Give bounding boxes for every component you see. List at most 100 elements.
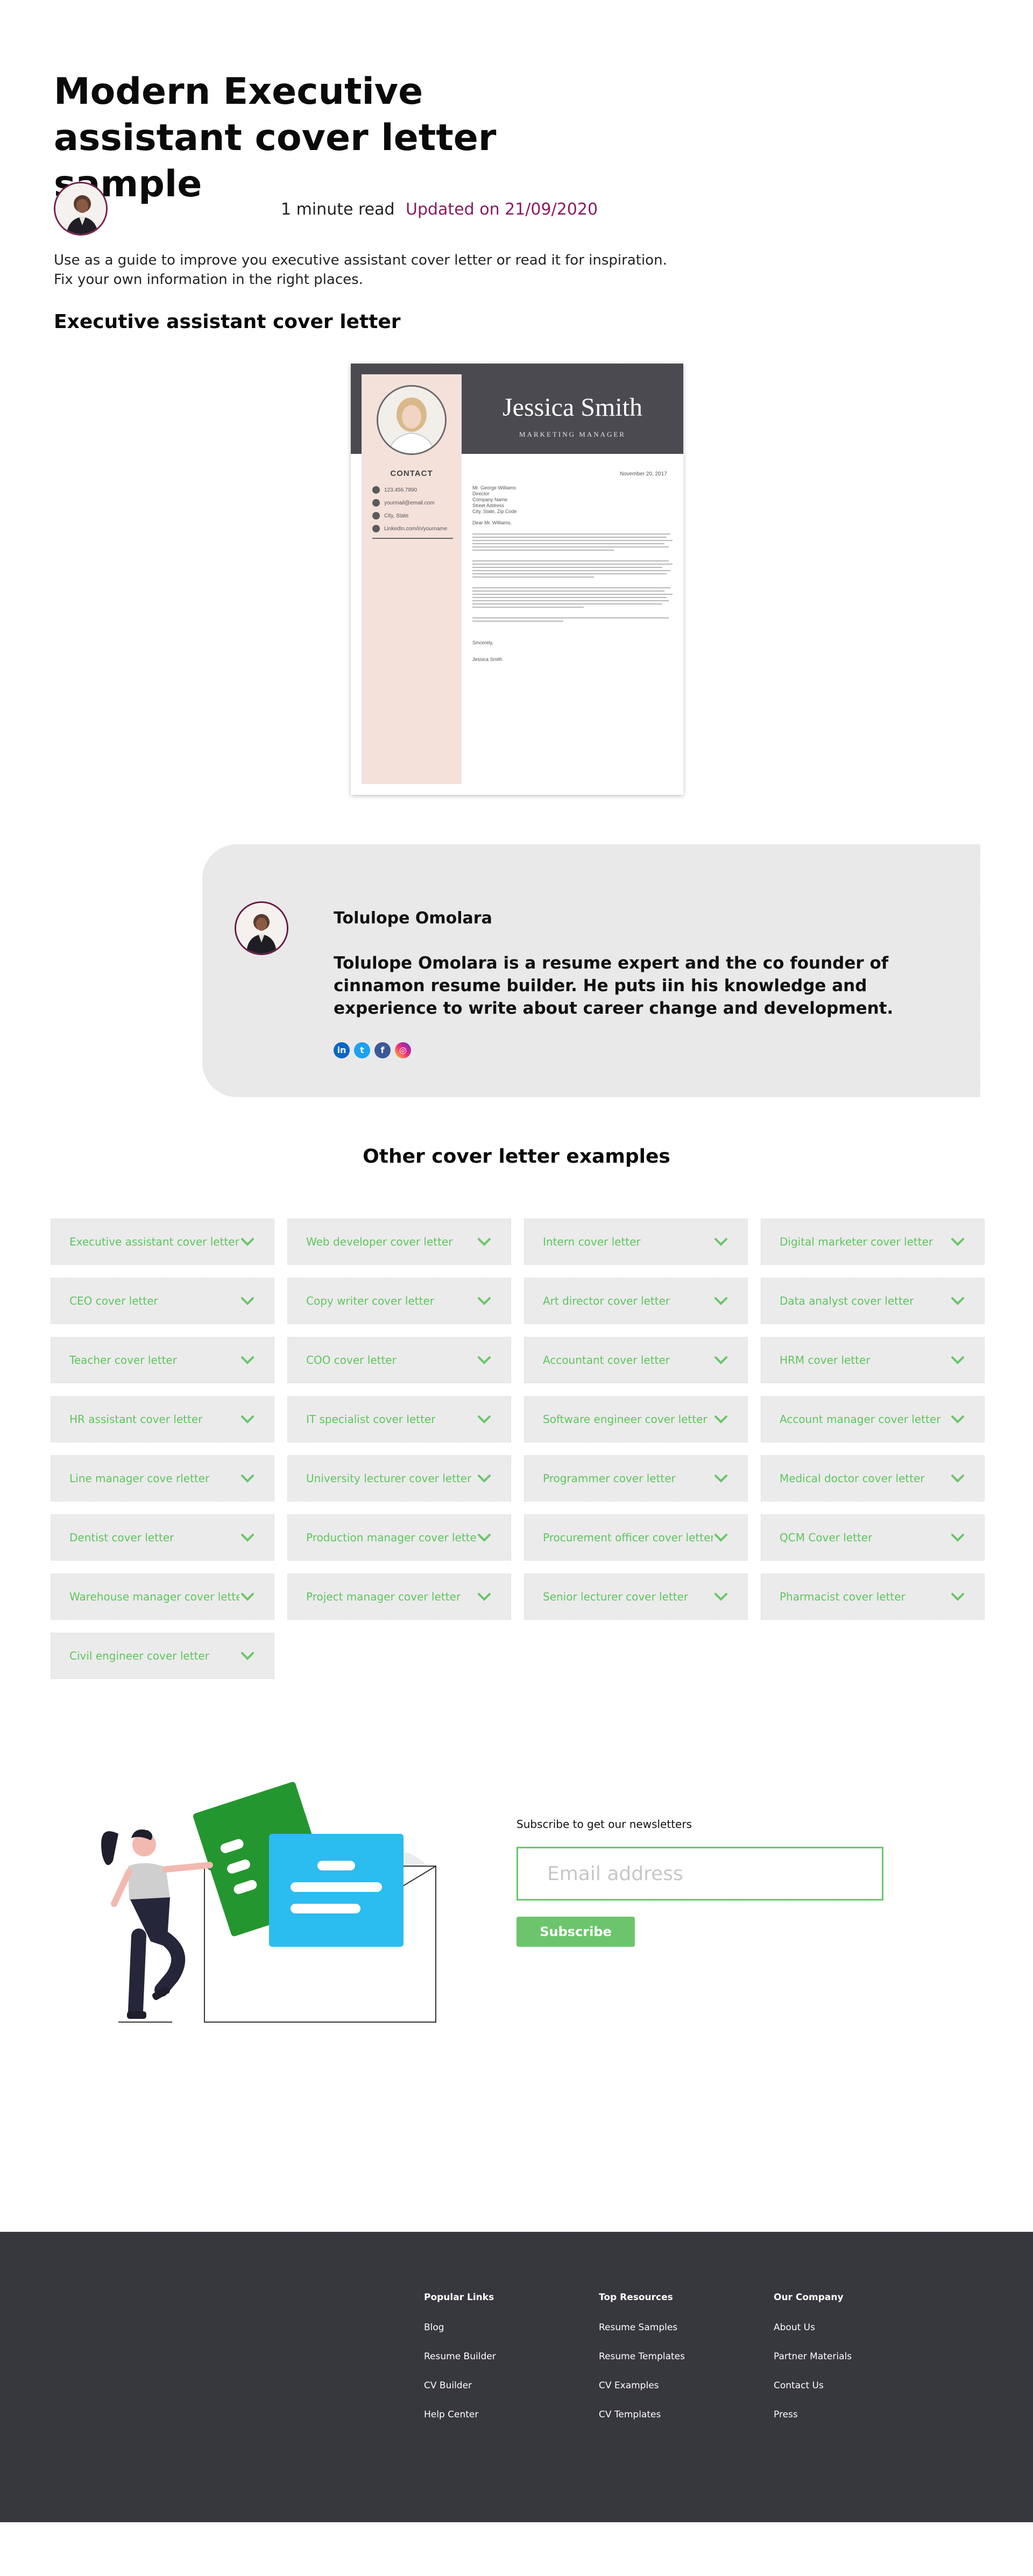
- cover-letter-card-label: CEO cover letter: [69, 1294, 158, 1307]
- instagram-icon[interactable]: ◎: [395, 1042, 411, 1058]
- cover-letter-card-label: Line manager cove rletter: [69, 1472, 210, 1485]
- cover-letter-card-label: Procurement officer cover letter: [543, 1531, 713, 1544]
- author-avatar: [235, 901, 288, 955]
- cover-letter-card[interactable]: Account manager cover letter: [761, 1396, 985, 1442]
- cover-letter-card-label: Accountant cover letter: [543, 1354, 670, 1367]
- chevron-down-icon: [714, 1238, 727, 1246]
- cover-letter-card-label: Web developer cover letter: [306, 1235, 453, 1248]
- signature: Jessica Smith: [472, 657, 503, 662]
- page: Modern Executive assistant cover letter …: [0, 0, 1033, 2576]
- footer-link-help-center[interactable]: Help Center: [424, 2409, 585, 2420]
- cover-letter-preview: Jessica Smith MARKETING MANAGER CONTACT …: [351, 364, 683, 795]
- cover-letter-card[interactable]: Digital marketer cover letter: [761, 1219, 985, 1265]
- resume-contact-item: City, State: [372, 512, 464, 520]
- read-time: 1 minute read: [281, 200, 395, 219]
- recipient-line: Street Address: [472, 503, 505, 508]
- cover-letter-card-label: Software engineer cover letter: [543, 1413, 707, 1426]
- cover-letter-card-label: Digital marketer cover letter: [780, 1235, 933, 1248]
- resume-contact-title: CONTACT: [390, 469, 433, 478]
- cover-letter-card[interactable]: Programmer cover letter: [524, 1455, 748, 1502]
- cover-letter-card[interactable]: Line manager cove rletter: [51, 1455, 274, 1502]
- cover-letter-card[interactable]: Art director cover letter: [524, 1278, 748, 1324]
- cover-letter-card[interactable]: Executive assistant cover letter: [51, 1219, 274, 1265]
- footer-link-resume-templates[interactable]: Resume Templates: [599, 2351, 760, 2362]
- chevron-down-icon: [478, 1238, 491, 1246]
- cover-letter-card[interactable]: Warehouse manager cover letter: [51, 1574, 274, 1620]
- paragraph-lines: [472, 587, 675, 608]
- footer-link-cv-templates[interactable]: CV Templates: [599, 2409, 760, 2420]
- cover-letter-card-label: IT specialist cover letter: [306, 1413, 436, 1426]
- footer-column-title: Our Company: [774, 2292, 844, 2303]
- paragraph-lines: [472, 617, 675, 622]
- chevron-down-icon: [478, 1356, 491, 1364]
- cover-letter-card[interactable]: Teacher cover letter: [51, 1337, 274, 1383]
- cover-letter-card-label: Teacher cover letter: [69, 1354, 177, 1367]
- chevron-down-icon: [714, 1475, 727, 1483]
- author-name: Tolulope Omolara: [334, 909, 492, 928]
- email-input[interactable]: [516, 1847, 883, 1901]
- avatar-image: [236, 903, 287, 953]
- footer-link-cv-examples[interactable]: CV Examples: [599, 2380, 760, 2391]
- chevron-down-icon: [241, 1475, 254, 1483]
- subscribe-button[interactable]: Subscribe: [516, 1917, 635, 1947]
- cover-letter-card[interactable]: Accountant cover letter: [524, 1337, 748, 1383]
- footer-column-title: Popular Links: [424, 2292, 494, 2303]
- resume-divider: [372, 538, 453, 539]
- footer-link-contact-us[interactable]: Contact Us: [774, 2380, 935, 2391]
- chevron-down-icon: [951, 1475, 964, 1483]
- cover-letter-card-label: Art director cover letter: [543, 1294, 670, 1307]
- footer-link-about-us[interactable]: About Us: [774, 2322, 935, 2333]
- cover-letter-card[interactable]: Copy writer cover letter: [287, 1278, 511, 1324]
- recipient-line: Company Name: [472, 497, 508, 502]
- paragraph-lines: [472, 533, 675, 551]
- footer-link-partner-materials[interactable]: Partner Materials: [774, 2351, 935, 2362]
- cover-letter-card[interactable]: Senior lecturer cover letter: [524, 1574, 748, 1620]
- cover-letter-card[interactable]: Web developer cover letter: [287, 1219, 511, 1265]
- cover-letter-card[interactable]: IT specialist cover letter: [287, 1396, 511, 1442]
- chevron-down-icon: [951, 1297, 964, 1305]
- cover-letter-card[interactable]: Data analyst cover letter: [761, 1278, 985, 1324]
- footer-link-resume-builder[interactable]: Resume Builder: [424, 2351, 585, 2362]
- footer-link-press[interactable]: Press: [774, 2409, 935, 2420]
- cover-letter-card[interactable]: Intern cover letter: [524, 1219, 748, 1265]
- intro-line: Fix your own information in the right pl…: [54, 272, 363, 288]
- cover-letter-card-label: Data analyst cover letter: [780, 1294, 914, 1307]
- cover-letter-card-label: HR assistant cover letter: [69, 1413, 203, 1426]
- footer-column-top-resources: Top Resources Resume Samples Resume Temp…: [599, 2292, 760, 2438]
- footer-link-cv-builder[interactable]: CV Builder: [424, 2380, 585, 2391]
- cover-letter-card[interactable]: CEO cover letter: [51, 1278, 274, 1324]
- footer-link-blog[interactable]: Blog: [424, 2322, 585, 2333]
- footer-link-resume-samples[interactable]: Resume Samples: [599, 2322, 760, 2333]
- cover-letter-card[interactable]: HRM cover letter: [761, 1337, 985, 1383]
- chevron-down-icon: [241, 1356, 254, 1364]
- cover-letter-card[interactable]: Project manager cover letter: [287, 1574, 511, 1620]
- cover-letter-card[interactable]: Procurement officer cover letter: [524, 1514, 748, 1561]
- footer-column-popular-links: Popular Links Blog Resume Builder CV Bui…: [424, 2292, 585, 2438]
- cover-letter-card[interactable]: Production manager cover letter: [287, 1514, 511, 1561]
- chevron-down-icon: [714, 1593, 727, 1601]
- chevron-down-icon: [478, 1415, 491, 1424]
- newsletter-illustration: [101, 1782, 436, 2023]
- recipient-line: City, State, Zip Code: [472, 509, 517, 514]
- chevron-down-icon: [478, 1475, 491, 1483]
- cover-letter-card[interactable]: Civil engineer cover letter: [51, 1633, 274, 1679]
- cover-letter-card-label: Medical doctor cover letter: [780, 1472, 925, 1485]
- cover-letter-card[interactable]: Software engineer cover letter: [524, 1396, 748, 1442]
- facebook-icon[interactable]: f: [374, 1042, 391, 1058]
- cover-letter-card[interactable]: COO cover letter: [287, 1337, 511, 1383]
- resume-contact-item: yourmail@email.com: [372, 499, 464, 507]
- resume-role: MARKETING MANAGER: [519, 430, 626, 438]
- cover-letter-card[interactable]: QCM Cover letter: [761, 1514, 985, 1561]
- linkedin-icon[interactable]: in: [334, 1042, 350, 1058]
- cover-letter-card-label: Programmer cover letter: [543, 1472, 676, 1485]
- cover-letter-card-label: Warehouse manager cover letter: [69, 1590, 239, 1603]
- chevron-down-icon: [951, 1534, 964, 1542]
- cover-letter-card[interactable]: HR assistant cover letter: [51, 1396, 274, 1442]
- footer-column-title: Top Resources: [599, 2292, 673, 2303]
- twitter-icon[interactable]: t: [354, 1042, 370, 1058]
- cover-letter-card[interactable]: University lecturer cover letter: [287, 1455, 511, 1502]
- cover-letter-card[interactable]: Dentist cover letter: [51, 1514, 274, 1561]
- cover-letter-card-label: Project manager cover letter: [306, 1590, 461, 1603]
- cover-letter-card[interactable]: Medical doctor cover letter: [761, 1455, 985, 1502]
- cover-letter-card[interactable]: Pharmacist cover letter: [761, 1574, 985, 1620]
